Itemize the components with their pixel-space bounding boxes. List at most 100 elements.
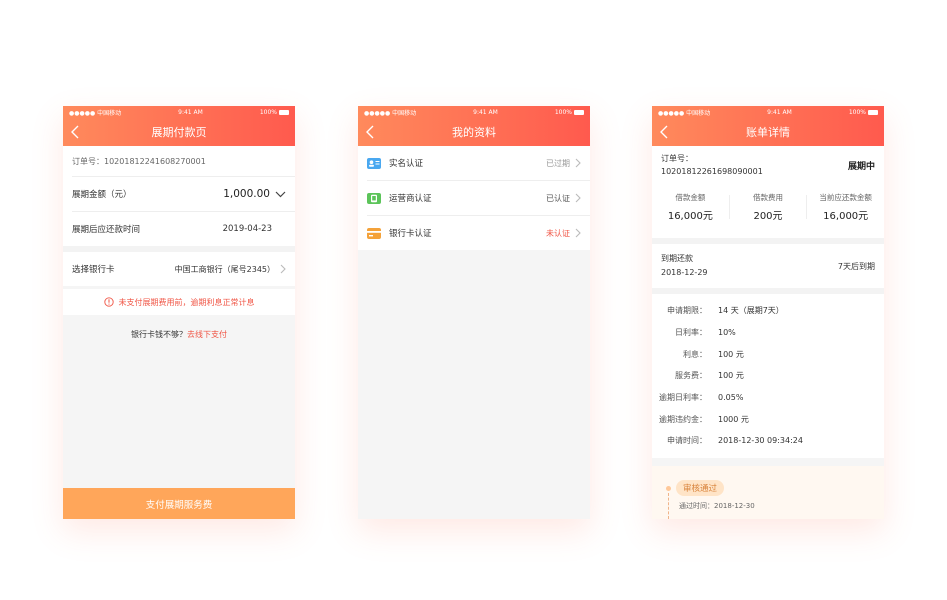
back-arrow-icon[interactable] <box>366 125 374 139</box>
bank-value: 中国工商银行（尾号2345） <box>174 264 275 274</box>
detail-row: 日利率： 10% <box>652 322 884 344</box>
clock-text: 9:41 AM <box>473 108 498 116</box>
list-item-operator[interactable]: 运营商认证 已认证 <box>358 181 590 215</box>
bank-card-section: 选择银行卡 中国工商银行（尾号2345） <box>63 252 295 286</box>
stat-value: 200元 <box>753 211 783 222</box>
page-title: 我的资料 <box>452 126 496 139</box>
status-badge: 未认证 <box>546 228 570 238</box>
warning-bar: 未支付展期费用前，逾期利息正常计息 <box>63 289 295 315</box>
audit-status-badge: 审核通过 <box>676 480 725 496</box>
chevron-right-icon <box>280 264 286 274</box>
clock-text: 9:41 AM <box>767 108 792 116</box>
page-title: 展期付款页 <box>151 126 207 139</box>
screen-my-profile: ●●●●● 中国移动 9:41 AM 100% 我的资料 实名认证 已过期 运营… <box>358 106 590 519</box>
detail-value: 14 天（展期7天） <box>718 306 784 316</box>
offline-payment-hint: 银行卡钱不够？去线下支付 <box>63 329 295 340</box>
status-badge: 已认证 <box>546 193 570 203</box>
screen-extension-payment: ●●●●● 中国移动 9:41 AM 100% 展期付款页 订单号：102018… <box>63 106 295 519</box>
battery-text: 100% <box>259 108 277 116</box>
warning-icon <box>103 297 114 307</box>
due-note: 7天后到期 <box>837 261 875 271</box>
pay-extension-fee-button[interactable]: 支付展期服务费 <box>63 488 295 519</box>
detail-key: 利息： <box>683 349 707 359</box>
chevron-down-icon[interactable] <box>275 191 286 198</box>
detail-value: 100 元 <box>718 349 744 359</box>
stat-loan-fee: 借款费用 200元 <box>730 192 807 222</box>
detail-key: 申请时间： <box>667 436 707 446</box>
phone-operator-icon <box>367 192 381 204</box>
timeline-dot <box>666 486 671 491</box>
detail-key: 逾期违约金： <box>659 414 707 424</box>
chevron-right-icon <box>575 158 581 168</box>
list-item-bank-card[interactable]: 银行卡认证 未认证 <box>358 216 590 250</box>
back-arrow-icon[interactable] <box>660 125 668 139</box>
back-arrow-icon[interactable] <box>71 125 79 139</box>
list-item-real-name[interactable]: 实名认证 已过期 <box>358 146 590 180</box>
header: ●●●●● 中国移动 9:41 AM 100% 我的资料 <box>358 106 590 146</box>
detail-key: 申请期限： <box>667 306 707 316</box>
audit-timeline: 审核通过 通过时间：2018-12-30 <box>652 466 884 519</box>
stat-current-due: 当前应还款金额 16,000元 <box>807 192 884 222</box>
detail-key: 日利率： <box>675 328 707 338</box>
battery-status: 100% <box>260 109 289 116</box>
detail-row: 申请期限： 14 天（展期7天） <box>652 300 884 322</box>
carrier-text: ●●●●● 中国移动 <box>364 109 417 117</box>
status-bar: ●●●●● 中国移动 9:41 AM 100% <box>652 106 884 118</box>
battery-icon <box>278 109 289 115</box>
due-date-row: 展期后应还款时间 2019-04-23 <box>63 212 295 246</box>
bank-label: 选择银行卡 <box>72 265 115 275</box>
amount-label: 展期金额（元） <box>72 190 132 200</box>
item-label: 银行卡认证 <box>389 229 432 239</box>
audit-time-label: 通过时间： <box>679 502 714 510</box>
detail-value: 2018-12-30 09:34:24 <box>718 436 803 446</box>
due-value: 2019-04-23 <box>222 224 272 234</box>
stat-value: 16,000元 <box>667 211 713 222</box>
due-label: 到期还款 <box>661 254 693 263</box>
detail-row: 服务费： 100 元 <box>652 365 884 387</box>
detail-key: 服务费： <box>675 371 707 381</box>
order-number: 10201812261698090001 <box>661 167 763 176</box>
stat-label: 借款费用 <box>753 193 783 202</box>
detail-key: 逾期日利率： <box>659 393 707 403</box>
header: ●●●●● 中国移动 9:41 AM 100% 展期付款页 <box>63 106 295 146</box>
stage: ●●●●● 中国移动 9:41 AM 100% 展期付款页 订单号：102018… <box>0 0 947 600</box>
order-number-row: 订单号：10201812241608270001 <box>63 146 295 176</box>
timeline-line <box>668 493 669 519</box>
stat-label: 当前应还款金额 <box>819 193 872 202</box>
page-title: 账单详情 <box>746 126 790 139</box>
detail-row: 利息： 100 元 <box>652 343 884 365</box>
battery-status: 100% <box>849 109 878 116</box>
detail-value: 10% <box>718 328 736 338</box>
audit-time-value: 2018-12-30 <box>714 502 755 510</box>
detail-value: 1000 元 <box>718 414 749 424</box>
screen-bill-details: ●●●●● 中国移动 9:41 AM 100% 账单详情 订单号： 102018… <box>652 106 884 519</box>
due-repayment-card: 到期还款 2018-12-29 7天后到期 <box>652 244 884 288</box>
detail-row: 申请时间： 2018-12-30 09:34:24 <box>652 430 884 452</box>
order-status: 展期中 <box>847 161 875 172</box>
detail-value: 100 元 <box>718 371 744 381</box>
item-label: 实名认证 <box>389 159 424 169</box>
status-bar: ●●●●● 中国移动 9:41 AM 100% <box>358 106 590 118</box>
warning-text: 未支付展期费用前，逾期利息正常计息 <box>118 297 255 307</box>
verification-list: 实名认证 已过期 运营商认证 已认证 银行卡认证 未认证 <box>358 146 590 250</box>
due-row: 到期还款 2018-12-29 7天后到期 <box>652 244 884 288</box>
detail-row: 逾期违约金： 1000 元 <box>652 408 884 430</box>
select-bank-card-row[interactable]: 选择银行卡 中国工商银行（尾号2345） <box>63 252 295 286</box>
detail-row: 逾期日利率： 0.05% <box>652 387 884 409</box>
stat-loan-amount: 借款金额 16,000元 <box>652 192 729 222</box>
audit-time: 通过时间：2018-12-30 <box>679 501 755 511</box>
carrier-text: ●●●●● 中国移动 <box>69 109 122 117</box>
order-label: 订单号： <box>661 154 693 163</box>
status-bar: ●●●●● 中国移动 9:41 AM 100% <box>63 106 295 118</box>
battery-icon <box>867 109 878 115</box>
amount-value: 1,000.00 <box>223 188 270 200</box>
extension-amount-row[interactable]: 展期金额（元） 1,000.00 <box>63 177 295 211</box>
clock-text: 9:41 AM <box>178 108 203 116</box>
battery-icon <box>573 109 584 115</box>
offline-text: 银行卡钱不够？ <box>131 330 187 339</box>
offline-payment-link[interactable]: 去线下支付 <box>187 330 227 339</box>
order-number: 10201812241608270001 <box>104 156 206 166</box>
chevron-right-icon <box>575 193 581 203</box>
due-date: 2018-12-29 <box>661 268 708 277</box>
order-info-card: 订单号：10201812241608270001 展期金额（元） 1,000.0… <box>63 146 295 246</box>
